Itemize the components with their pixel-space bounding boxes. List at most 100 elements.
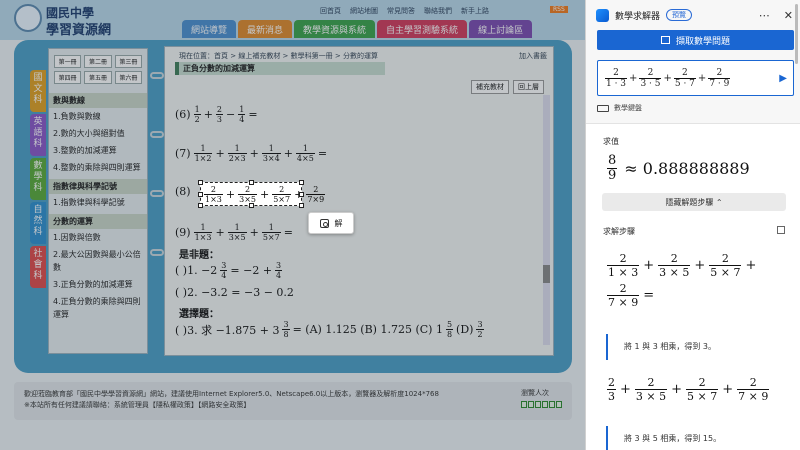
- camera-icon: [319, 218, 329, 228]
- fraction: 89: [607, 153, 618, 183]
- fraction: 2 1×3: [204, 185, 223, 204]
- fraction: 32: [476, 320, 484, 339]
- operator: +: [722, 382, 734, 397]
- volume-button-6[interactable]: 第六冊: [114, 71, 142, 84]
- content-scrollbar[interactable]: [543, 95, 550, 345]
- chapter-panel: 第一冊 第二冊 第三冊 第四冊 第五冊 第六冊 數與數線 1.負數與數線 2.數…: [48, 48, 148, 354]
- resize-handle[interactable]: [249, 180, 254, 185]
- volume-button-3[interactable]: 第三冊: [114, 55, 142, 68]
- problem-9: (9) 1 1×3 + 1 3×5 + 1 5×7 =: [175, 223, 293, 242]
- supplement-button[interactable]: 補充教材: [471, 80, 509, 94]
- chapter-item[interactable]: 1.指數律與科學記號: [49, 194, 147, 211]
- subject-tab-math[interactable]: 數學科: [30, 158, 46, 200]
- chapter-item[interactable]: 3.整數的加減運算: [49, 142, 147, 159]
- nav-tab-self-test[interactable]: 自主學習測驗系統: [377, 20, 468, 38]
- operator: =: [643, 288, 655, 303]
- chapter-item[interactable]: 1.因數與倍數: [49, 229, 147, 246]
- subject-tab-science[interactable]: 自然科: [30, 202, 46, 244]
- resize-handle[interactable]: [249, 203, 254, 208]
- resize-handle[interactable]: [198, 180, 203, 185]
- link-newbie[interactable]: 新手上路: [461, 6, 489, 16]
- preview-badge: 預覽: [666, 9, 693, 21]
- operator: +: [694, 258, 706, 273]
- fraction: 27 · 9: [708, 67, 731, 89]
- fraction: 1 3×4: [261, 144, 281, 163]
- footer-contact[interactable]: ※本站所有任何建議請聯絡：系統管理員【隱私權政策】【網路安全政策】: [24, 400, 562, 411]
- step-note-2: 將 3 與 5 相乘，得到 15。: [606, 426, 786, 450]
- fraction: 27 × 9: [607, 282, 640, 309]
- link-sitemap[interactable]: 網站地圖: [350, 6, 378, 16]
- chapter-item[interactable]: 3.正負分數的加減運算: [49, 276, 147, 293]
- fraction: 2 3×5: [238, 185, 257, 204]
- open-external-icon[interactable]: [777, 226, 785, 234]
- panel-title: 數學求解器: [615, 11, 661, 22]
- resize-handle[interactable]: [198, 203, 203, 208]
- resize-handle[interactable]: [198, 192, 203, 197]
- operator: +: [697, 72, 707, 84]
- fraction: 23: [607, 376, 616, 403]
- fraction: 23 · 5: [639, 67, 662, 89]
- fraction: 2 5×7: [272, 185, 292, 204]
- chapter-item[interactable]: 4.正負分數的乘除與四則運算: [49, 293, 147, 323]
- binder-ring-icon: [150, 190, 164, 197]
- operator: +: [643, 258, 655, 273]
- rss-badge[interactable]: RSS: [550, 6, 568, 13]
- visitor-counter: 瀏覽人次: [521, 388, 562, 408]
- resize-handle[interactable]: [299, 192, 304, 197]
- nav-tab-forum[interactable]: 線上討論區: [469, 20, 533, 38]
- send-icon[interactable]: ▶: [779, 73, 787, 84]
- nav-tab-guide[interactable]: 網站導覽: [182, 20, 237, 38]
- fraction: 12: [193, 105, 201, 124]
- math-input[interactable]: 21 · 3 + 23 · 5 + 25 · 7 + 27 · 9 ▶: [597, 60, 794, 96]
- binder-ring-icon: [150, 131, 164, 138]
- link-faq[interactable]: 常見問答: [387, 6, 415, 16]
- problem-6: (6) 12 + 23 − 14 =: [175, 105, 258, 124]
- chapter-item[interactable]: 2.數的大小與絕對值: [49, 125, 147, 142]
- resize-handle[interactable]: [299, 203, 304, 208]
- nav-tab-news[interactable]: 最新消息: [238, 20, 293, 38]
- math-solver-panel: 數學求解器 預覽 ⋯ ✕ 擷取數學問題 21 · 3 + 23 · 5 + 25…: [585, 0, 800, 450]
- footer-text: 歡迎蒞臨教育部「國民中學學習資源網」網站，建議使用Internet Explor…: [24, 390, 439, 398]
- more-icon[interactable]: ⋯: [759, 9, 770, 22]
- capture-label: 擷取數學問題: [675, 36, 730, 47]
- true-false-heading: 是非題：: [179, 250, 219, 261]
- operator: +: [203, 108, 213, 121]
- close-icon[interactable]: ✕: [784, 9, 793, 22]
- subject-tab-social[interactable]: 社會科: [30, 246, 46, 288]
- chapter-item[interactable]: 2.最大公因數與最小公倍數: [49, 246, 147, 276]
- volume-button-2[interactable]: 第二冊: [84, 55, 112, 68]
- hide-steps-button[interactable]: 隱藏解題步驟 ⌃: [602, 193, 786, 211]
- panel-scrollbar[interactable]: [795, 4, 798, 64]
- link-home[interactable]: 回首頁: [320, 6, 341, 16]
- chapter-item[interactable]: 4.整數的乘除與四則運算: [49, 159, 147, 176]
- volume-button-4[interactable]: 第四冊: [54, 71, 82, 84]
- operator: +: [215, 226, 225, 239]
- tf-question-1: ( )1. −2 34 = −2 + 34: [175, 261, 283, 280]
- volume-button-1[interactable]: 第一冊: [54, 55, 82, 68]
- scroll-thumb[interactable]: [543, 265, 550, 283]
- volume-button-5[interactable]: 第五冊: [84, 71, 112, 84]
- link-contact[interactable]: 聯絡我們: [424, 6, 452, 16]
- capture-problem-button[interactable]: 擷取數學問題: [597, 30, 794, 50]
- operator: +: [620, 382, 631, 397]
- fraction: 23 × 5: [658, 252, 691, 279]
- subject-tab-chinese[interactable]: 國文科: [30, 70, 46, 112]
- solve-popup-button[interactable]: 解: [308, 212, 354, 234]
- mc-question-3: ( )3. 求 −1.875 + 3 38 = (A) 1.125 (B) 1.…: [175, 320, 485, 339]
- fraction: 23 × 5: [634, 376, 668, 403]
- selection-box[interactable]: 21×3 + 23×5 + 25×7 + 27×9: [198, 180, 326, 208]
- favorite-link[interactable]: 加入書籤: [519, 51, 547, 61]
- math-keyboard-toggle[interactable]: 數學鍵盤: [597, 103, 642, 113]
- breadcrumb: 現在位置：首頁 > 線上補充教材 > 數學科第一冊 > 分數的運算: [179, 52, 378, 60]
- operator: =: [317, 147, 328, 160]
- question-text: = (A) 1.125 (B) 1.725 (C) 1: [292, 323, 443, 336]
- chapter-item[interactable]: 1.負數與數線: [49, 108, 147, 125]
- problem-label: (8): [175, 185, 191, 198]
- subject-tab-english[interactable]: 英語科: [30, 114, 46, 156]
- header-actions: ⋯ ✕: [759, 9, 793, 22]
- school-logo-icon[interactable]: [14, 4, 42, 32]
- back-button[interactable]: 回上層: [513, 80, 544, 94]
- nav-tab-resources[interactable]: 教學資源與系統: [294, 20, 376, 38]
- resize-handle[interactable]: [299, 180, 304, 185]
- top-links: 回首頁 網站地圖 常見問答 聯絡我們 新手上路: [320, 6, 489, 16]
